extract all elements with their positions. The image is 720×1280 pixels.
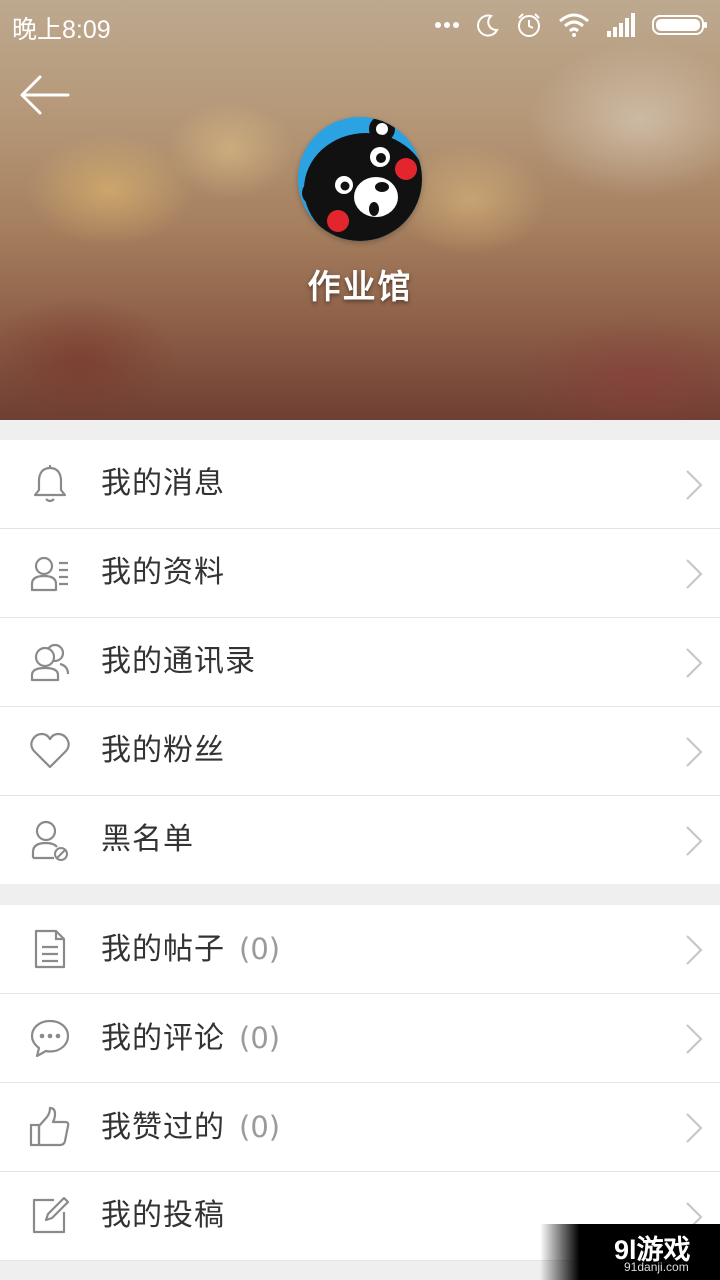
profile-header: 晚上8:09 作业馆 xyxy=(0,0,720,420)
menu-item-label: 我的消息 xyxy=(101,466,225,501)
menu-item-liked[interactable]: 我赞过的 (0) xyxy=(0,1083,720,1172)
kumamon-bear-avatar xyxy=(298,117,422,241)
comment-icon xyxy=(30,1019,70,1058)
menu-item-comments[interactable]: 我的评论 (0) xyxy=(0,994,720,1083)
back-arrow-icon xyxy=(20,75,70,115)
thumbs-up-icon xyxy=(29,1106,70,1147)
chevron-right-icon xyxy=(686,559,703,589)
chevron-right-icon xyxy=(686,1024,703,1054)
status-icons xyxy=(434,10,708,40)
menu-group-account: 我的消息 我的资料 我的通讯录 我的粉丝 黑名单 xyxy=(0,440,720,884)
avatar[interactable] xyxy=(298,117,422,241)
chevron-right-icon xyxy=(686,648,703,678)
menu-item-label: 我的通讯录 xyxy=(101,644,256,679)
profile-card-icon xyxy=(30,556,68,592)
menu-item-profile[interactable]: 我的资料 xyxy=(0,529,720,618)
menu-item-label: 黑名单 xyxy=(101,822,194,857)
status-time: 晚上8:09 xyxy=(12,16,111,44)
alarm-icon xyxy=(518,13,540,37)
battery-icon xyxy=(652,15,707,35)
menu-item-label: 我赞过的 (0) xyxy=(101,1083,280,1172)
menu-item-label: 我的粉丝 xyxy=(101,733,225,768)
menu-item-label: 我的帖子 (0) xyxy=(101,905,280,994)
menu-item-fans[interactable]: 我的粉丝 xyxy=(0,707,720,796)
chevron-right-icon xyxy=(686,935,703,965)
chevron-right-icon xyxy=(686,470,703,500)
contacts-icon xyxy=(30,643,70,682)
more-dots-icon xyxy=(435,22,459,28)
heart-icon xyxy=(30,732,70,769)
watermark-url: 91danji.com xyxy=(624,1260,689,1274)
chevron-right-icon xyxy=(686,826,703,856)
menu-item-count: (0) xyxy=(239,1021,281,1055)
moon-icon xyxy=(477,14,499,37)
menu-item-title: 我的帖子 xyxy=(101,932,225,967)
menu-item-label: 我的资料 xyxy=(101,555,225,590)
blocked-user-icon xyxy=(31,820,68,861)
menu-item-messages[interactable]: 我的消息 xyxy=(0,440,720,529)
bell-icon xyxy=(33,465,67,503)
chevron-right-icon xyxy=(686,1113,703,1143)
watermark: 9l游戏 91danji.com xyxy=(540,1224,720,1280)
menu-item-posts[interactable]: 我的帖子 (0) xyxy=(0,905,720,994)
menu-item-contacts[interactable]: 我的通讯录 xyxy=(0,618,720,707)
menu-item-title: 我赞过的 xyxy=(101,1110,225,1145)
menu-item-title: 我的评论 xyxy=(101,1021,225,1056)
signal-icon xyxy=(607,13,635,37)
menu-item-count: (0) xyxy=(239,1110,281,1144)
username: 作业馆 xyxy=(307,267,413,306)
menu-item-label: 我的投稿 xyxy=(101,1198,225,1233)
menu-item-count: (0) xyxy=(239,932,281,966)
document-icon xyxy=(34,929,66,969)
menu-group-activity: 我的帖子 (0) 我的评论 (0) 我赞过的 (0) 我的投稿 xyxy=(0,905,720,1261)
chevron-right-icon xyxy=(686,737,703,767)
menu-item-blacklist[interactable]: 黑名单 xyxy=(0,796,720,884)
edit-icon xyxy=(32,1196,70,1234)
wifi-icon xyxy=(559,13,589,37)
menu-item-label: 我的评论 (0) xyxy=(101,994,280,1083)
status-bar: 晚上8:09 xyxy=(0,0,720,50)
back-button[interactable] xyxy=(18,72,72,118)
